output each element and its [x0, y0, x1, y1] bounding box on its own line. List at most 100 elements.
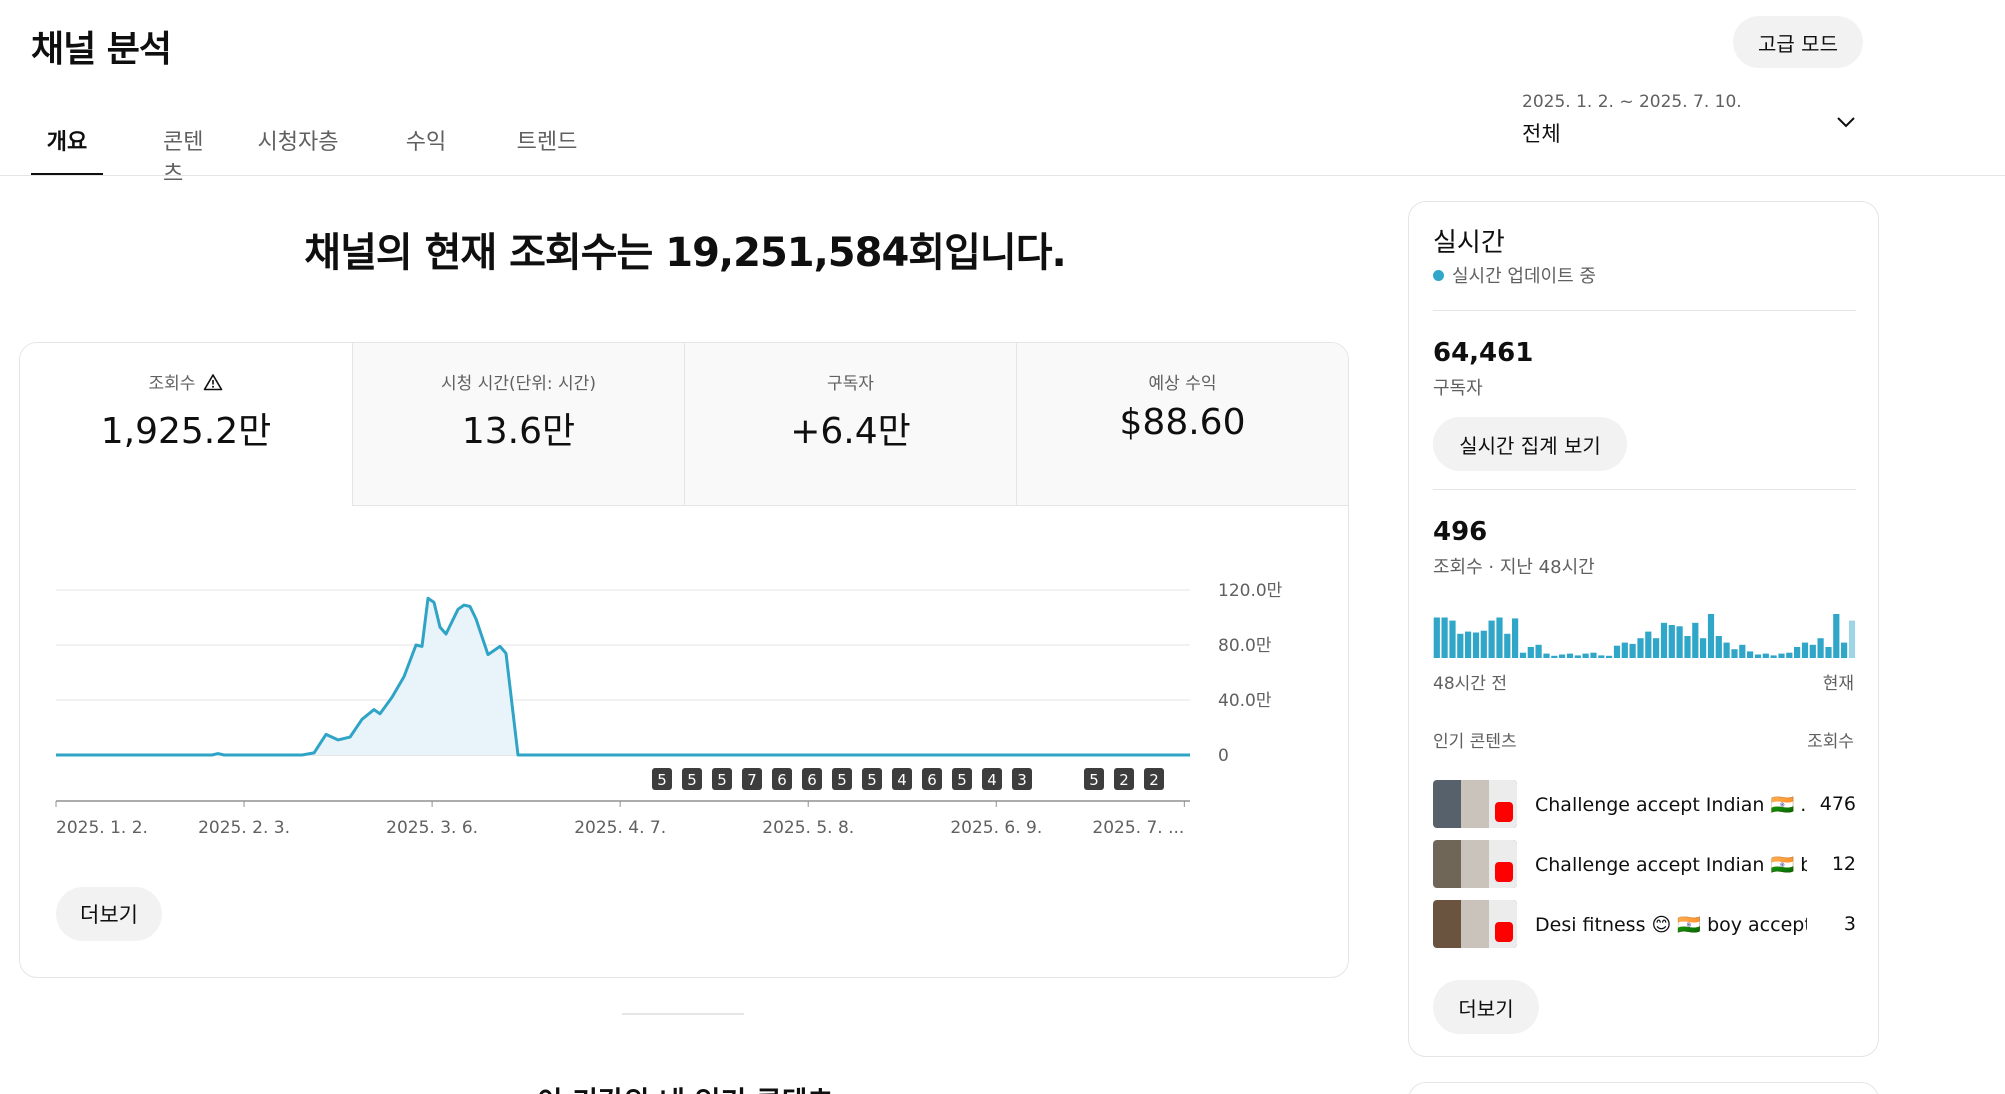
x-tick-label: 2025. 6. 9. — [950, 818, 1042, 838]
popular-item[interactable]: Challenge accept Indian 🇮🇳 ... 476 — [1433, 780, 1856, 828]
realtime-view-button[interactable]: 실시간 집계 보기 — [1433, 417, 1627, 471]
upload-marker-label: 5 — [717, 771, 727, 789]
sparkline-bar — [1527, 647, 1534, 658]
x-tick-label: 2025. 7. ... — [1092, 818, 1184, 838]
upload-marker-label: 5 — [687, 771, 697, 789]
y-tick-label: 80.0만 — [1218, 636, 1272, 656]
video-title: Desi fitness 😊 🇮🇳 boy accept ... — [1535, 913, 1807, 936]
x-tick-label: 2025. 3. 6. — [386, 818, 478, 838]
sparkline-bar — [1488, 620, 1495, 658]
channel-views-headline: 채널의 현재 조회수는 19,251,584회입니다. — [304, 230, 1066, 276]
series-area — [56, 598, 1190, 755]
video-thumbnail — [1433, 900, 1517, 948]
sparkline-bar — [1660, 622, 1668, 658]
sparkline-bar — [1692, 622, 1699, 658]
tab-overview[interactable]: 개요 — [31, 110, 103, 176]
sparkline-bar — [1433, 617, 1440, 658]
sparkline-bar — [1809, 644, 1816, 658]
tab-content[interactable]: 콘텐츠 — [163, 110, 213, 187]
popular-item[interactable]: Challenge accept Indian 🇮🇳 b... 12 — [1433, 840, 1856, 888]
live-dot-icon — [1433, 269, 1444, 281]
upload-marker-label: 3 — [1017, 771, 1027, 789]
tab-audience[interactable]: 시청자층 — [253, 110, 343, 176]
sparkline-bar — [1543, 653, 1550, 658]
upload-marker-label: 5 — [867, 771, 877, 789]
upload-marker-label: 6 — [777, 771, 787, 789]
video-thumbnail — [1433, 780, 1517, 828]
shorts-icon — [1495, 802, 1513, 822]
sparkline-bar — [1801, 642, 1809, 658]
sparkline-bar — [1496, 617, 1503, 658]
sparkline-bar — [1621, 642, 1628, 658]
advanced-mode-button[interactable]: 고급 모드 — [1733, 16, 1863, 68]
y-tick-label: 120.0만 — [1218, 581, 1283, 601]
popular-content-header: 인기 콘텐츠 — [1433, 732, 1517, 752]
x-tick-label: 2025. 5. 8. — [762, 818, 854, 838]
sparkline-bar — [1684, 636, 1691, 658]
upload-marker-label: 5 — [837, 771, 847, 789]
next-card — [1408, 1082, 1879, 1094]
sparkline-bar — [1770, 655, 1777, 658]
tab-trends[interactable]: 트렌드 — [512, 110, 582, 176]
sparkline-bar — [1566, 653, 1574, 658]
upload-marker-label: 6 — [807, 771, 817, 789]
sparkline-bar — [1833, 614, 1840, 658]
views-48h-label: 조회수 · 지난 48시간 — [1433, 557, 1595, 578]
sparkline-bar — [1480, 630, 1487, 658]
sparkline-bar — [1715, 636, 1722, 658]
sparkline-bar — [1841, 642, 1848, 658]
views-chart: 120.0만 80.0만 40.0만 0 2025. 1. 2. 2025. 2. 3. 2… — [55, 581, 1283, 838]
video-title: Challenge accept Indian 🇮🇳 ... — [1535, 793, 1807, 816]
realtime-status: 실시간 업데이트 중 — [1433, 262, 1596, 288]
sparkline-bar — [1747, 651, 1754, 658]
x-tick-label: 2025. 4. 7. — [574, 818, 666, 838]
tab-revenue[interactable]: 수익 — [401, 110, 451, 176]
sparkline-bar — [1754, 654, 1762, 658]
x-tick-label: 2025. 2. 3. — [198, 818, 290, 838]
realtime-status-text: 실시간 업데이트 중 — [1452, 266, 1596, 287]
sparkline-start-label: 48시간 전 — [1433, 674, 1507, 694]
sparkline-bar — [1762, 653, 1769, 658]
sparkline-bar — [1700, 638, 1707, 658]
chevron-down-icon — [1837, 117, 1855, 128]
sparkline-bar — [1637, 638, 1644, 658]
upload-marker-label: 2 — [1149, 771, 1159, 789]
upload-marker-label: 2 — [1119, 771, 1129, 789]
sparkline-bar — [1707, 614, 1715, 658]
views-48h-count: 496 — [1433, 517, 1488, 547]
popular-views-header: 조회수 — [1807, 732, 1854, 752]
chart-more-button[interactable]: 더보기 — [56, 887, 162, 941]
sparkline-bar — [1519, 652, 1527, 658]
shorts-icon — [1495, 922, 1513, 942]
y-tick-label: 0 — [1218, 746, 1229, 766]
upload-marker-label: 6 — [927, 771, 937, 789]
video-thumbnail — [1433, 840, 1517, 888]
sparkline-bar — [1449, 620, 1456, 658]
subscriber-count: 64,461 — [1433, 338, 1534, 368]
realtime-title: 실시간 — [1433, 228, 1505, 258]
sparkline-bar — [1794, 647, 1801, 658]
sparkline-bar — [1582, 653, 1589, 658]
sparkline-bar — [1739, 644, 1746, 658]
upload-marker-label: 5 — [1089, 771, 1099, 789]
shorts-icon — [1495, 862, 1513, 882]
section-divider — [622, 1013, 744, 1015]
upload-marker-label: 5 — [657, 771, 667, 789]
tab-divider — [0, 175, 2005, 176]
overview-card: 조회수 1,925.2만 시청 시간(단위: 시간) 13.6만 구독자 +6.… — [19, 342, 1349, 978]
date-range-picker[interactable]: 2025. 1. 2. ~ 2025. 7. 10. 전체 — [1522, 92, 1855, 152]
realtime-card: 실시간 실시간 업데이트 중 64,461 구독자 실시간 집계 보기 496 … — [1408, 201, 1879, 1057]
series-line — [56, 596, 1190, 757]
sparkline-bar — [1723, 642, 1730, 658]
sparkline-bar — [1645, 631, 1652, 658]
tab-bar: 개요 콘텐츠 시청자층 수익 트렌드 — [31, 110, 582, 187]
sparkline-bar — [1574, 655, 1581, 658]
sparkline-bar — [1504, 633, 1511, 658]
sparkline-bar — [1676, 626, 1683, 658]
upload-marker-label: 7 — [747, 771, 757, 789]
sparkline-bar — [1551, 655, 1558, 658]
sparkline-bar — [1668, 625, 1675, 658]
popular-item[interactable]: Desi fitness 😊 🇮🇳 boy accept ... 3 — [1433, 900, 1856, 948]
video-views: 476 — [1819, 793, 1856, 815]
realtime-more-button[interactable]: 더보기 — [1433, 980, 1539, 1034]
